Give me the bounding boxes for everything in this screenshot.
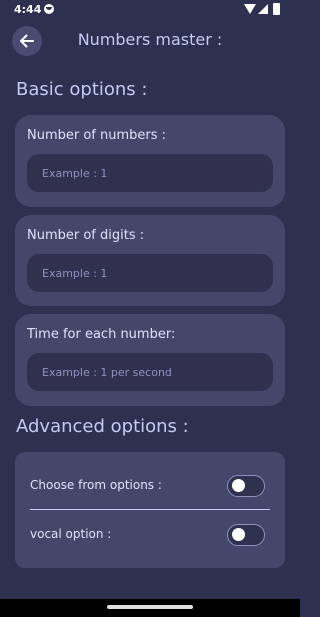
toggle-knob bbox=[232, 528, 245, 541]
notification-icon bbox=[44, 4, 54, 14]
basic-options-title: Basic options : bbox=[16, 79, 148, 100]
vocal-option-label: vocal option : bbox=[30, 527, 112, 541]
vocal-option-row: vocal option : bbox=[15, 515, 285, 555]
number-of-digits-input[interactable] bbox=[27, 254, 273, 292]
time-per-number-label: Time for each number: bbox=[27, 327, 176, 342]
signal-icon bbox=[258, 4, 268, 14]
wifi-icon bbox=[244, 4, 256, 14]
status-time: 4:44 bbox=[14, 3, 42, 16]
choose-from-options-label: Choose from options : bbox=[30, 478, 162, 492]
battery-icon bbox=[273, 3, 280, 15]
time-per-number-input[interactable] bbox=[27, 353, 273, 391]
choose-from-options-toggle[interactable] bbox=[227, 475, 265, 497]
options-divider bbox=[30, 509, 270, 510]
vocal-option-toggle[interactable] bbox=[227, 524, 265, 546]
number-of-numbers-card: Number of numbers : bbox=[15, 115, 285, 207]
number-of-digits-card: Number of digits : bbox=[15, 215, 285, 306]
number-of-digits-label: Number of digits : bbox=[27, 228, 145, 243]
home-gesture-handle[interactable] bbox=[107, 605, 193, 609]
number-of-numbers-label: Number of numbers : bbox=[27, 128, 167, 143]
advanced-options-card: Choose from options : vocal option : bbox=[15, 452, 285, 568]
arrow-left-icon bbox=[20, 34, 34, 48]
choose-from-options-row: Choose from options : bbox=[15, 466, 285, 506]
toggle-knob bbox=[232, 479, 245, 492]
navigation-bar bbox=[0, 599, 300, 617]
time-per-number-card: Time for each number: bbox=[15, 314, 285, 406]
page-title: Numbers master : bbox=[77, 30, 223, 49]
number-of-numbers-input[interactable] bbox=[27, 154, 273, 192]
status-bar: 4:44 bbox=[0, 0, 300, 20]
advanced-options-title: Advanced options : bbox=[16, 416, 189, 437]
back-button[interactable] bbox=[12, 26, 42, 56]
